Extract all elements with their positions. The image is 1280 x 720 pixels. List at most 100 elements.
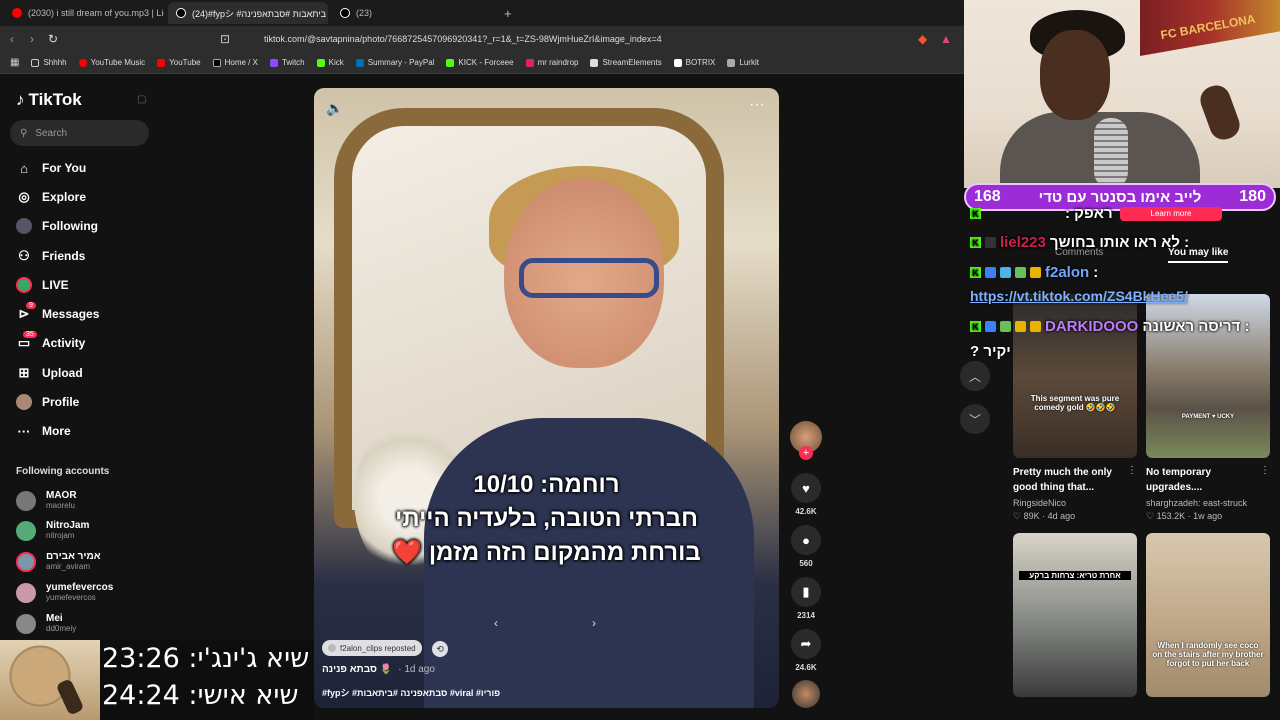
carousel-prev-icon[interactable]: ‹ bbox=[494, 616, 498, 630]
friends-icon: ⚇ bbox=[18, 248, 30, 263]
following-account[interactable]: אמיר אבירם amir_aviram bbox=[16, 551, 101, 572]
bookmark-icon: ▮ bbox=[791, 577, 821, 607]
brave-shield-icon[interactable]: ◆ bbox=[918, 32, 927, 46]
scroll-up-button[interactable]: ︿ bbox=[960, 361, 990, 391]
profile-icon bbox=[16, 394, 32, 410]
record-timer-personal: שיא אישי: 24:24 bbox=[102, 680, 299, 711]
reload-icon[interactable]: ↻ bbox=[48, 32, 58, 46]
share-button[interactable]: ➦ 24.6K bbox=[790, 629, 822, 672]
card-more-icon[interactable]: ⋮ bbox=[1260, 465, 1270, 476]
bookmark-item[interactable]: Lurkit bbox=[727, 58, 759, 67]
browser-tab-1[interactable]: (2030) i still dream of you.mp3 | Liqu bbox=[4, 2, 164, 24]
bookmark-item[interactable]: KICK - Forceee bbox=[446, 58, 514, 67]
search-icon: ⚲ bbox=[20, 127, 28, 139]
chevron-down-icon: ﹀ bbox=[968, 412, 981, 427]
video-player[interactable]: 🔈 ··· רוחמה: 10/10 חברתי הטובה, בלעדיה ה… bbox=[314, 88, 779, 708]
kick-badge-icon: K bbox=[970, 267, 981, 278]
search-input[interactable]: ⚲ Search bbox=[10, 120, 149, 146]
like-button[interactable]: ♥ 42.6K bbox=[790, 473, 822, 516]
tiktok-icon bbox=[340, 8, 350, 18]
bookmark-item[interactable]: Twitch bbox=[269, 58, 305, 67]
nav-live[interactable]: LIVE bbox=[16, 277, 69, 293]
following-account[interactable]: yumefevercos yumefevercos bbox=[16, 582, 113, 603]
forward-icon[interactable]: › bbox=[30, 32, 34, 46]
video-hashtags[interactable]: #fypシ #סבתאפנינה #ביתאבות #viral #פוריו bbox=[322, 686, 500, 699]
chevron-up-icon: ︿ bbox=[968, 369, 981, 384]
video-author[interactable]: סבתא פנינה 🌷 · 1d ago bbox=[322, 664, 435, 675]
scroll-down-button[interactable]: ﹀ bbox=[960, 404, 990, 434]
back-icon[interactable]: ‹ bbox=[10, 32, 14, 46]
nav-following[interactable]: Following bbox=[16, 218, 98, 234]
repost-avatar bbox=[328, 644, 336, 652]
kick-icon bbox=[446, 58, 455, 67]
more-icon: ··· bbox=[17, 423, 31, 439]
bookmark-item[interactable]: StreamElements bbox=[590, 58, 662, 67]
card-title[interactable]: No temporary upgrades.... bbox=[1146, 465, 1260, 495]
bookmark-icon[interactable]: ⊡ bbox=[220, 32, 230, 46]
learn-more-button[interactable]: Learn more bbox=[1120, 207, 1222, 221]
music-disc-icon[interactable] bbox=[792, 680, 820, 708]
kick-icon bbox=[316, 58, 325, 67]
verified-badge-icon bbox=[985, 267, 996, 278]
follow-plus-icon[interactable]: + bbox=[799, 446, 813, 460]
bookmark-item[interactable]: Summary - PayPal bbox=[355, 58, 434, 67]
bookmark-item[interactable]: YouTube bbox=[157, 58, 201, 67]
nav-upload[interactable]: ⊞ Upload bbox=[16, 365, 83, 381]
card-meta: ♡ 89K · 4d ago bbox=[1013, 511, 1076, 521]
carousel-next-icon[interactable]: › bbox=[592, 616, 596, 630]
following-account[interactable]: Mei dd0meiy bbox=[16, 613, 76, 634]
address-bar-row: ‹ › ↻ ⊡ tiktok.com/@savtapnina/photo/766… bbox=[0, 26, 964, 52]
streamelements-icon bbox=[590, 58, 599, 67]
new-tab-button[interactable]: + bbox=[496, 2, 520, 24]
tiktok-logo[interactable]: ♪ TikTok bbox=[16, 90, 82, 110]
bookmark-item[interactable]: Kick bbox=[316, 58, 344, 67]
repost-icon[interactable]: ⟲ bbox=[432, 641, 448, 657]
goal-target: 180 bbox=[1239, 188, 1266, 205]
chat-message: K ראפק : bbox=[970, 205, 1113, 222]
bookmark-item[interactable]: BOTRIX bbox=[673, 58, 715, 67]
nav-explore[interactable]: ◎ Explore bbox=[16, 189, 86, 205]
card-author[interactable]: sharghzadeh: east-struck bbox=[1146, 498, 1247, 508]
recommendation-card[interactable]: אחרת טריא: צרחות ברקע bbox=[1013, 533, 1137, 697]
bookmark-item[interactable]: mr raindrop bbox=[525, 58, 578, 67]
volume-icon[interactable]: 🔈 bbox=[326, 100, 343, 117]
chat-message: K f2alon : bbox=[970, 264, 1098, 281]
nav-more[interactable]: ··· More bbox=[16, 423, 71, 439]
avatar bbox=[16, 551, 36, 572]
save-button[interactable]: ▮ 2314 bbox=[790, 577, 822, 620]
browser-tab-3[interactable]: (23) bbox=[332, 2, 492, 24]
brave-rewards-icon[interactable]: ▲ bbox=[940, 32, 952, 46]
tiktok-icon bbox=[176, 8, 186, 18]
nav-profile[interactable]: Profile bbox=[16, 394, 79, 410]
repost-label[interactable]: f2alon_clips reposted bbox=[322, 640, 422, 656]
following-account[interactable]: NitroJam nitrojam bbox=[16, 520, 89, 541]
nav-for-you[interactable]: ⌂ For You bbox=[16, 160, 86, 176]
nav-friends[interactable]: ⚇ Friends bbox=[16, 248, 85, 264]
botrix-icon bbox=[673, 58, 682, 67]
upload-icon: ⊞ bbox=[18, 365, 30, 380]
url-field[interactable]: tiktok.com/@savtapnina/photo/76687254570… bbox=[240, 30, 940, 48]
bookmark-item[interactable]: Home / X bbox=[212, 58, 258, 67]
bookmark-item[interactable]: YouTube Music bbox=[78, 58, 145, 67]
bookmark-item[interactable]: Shhhh bbox=[31, 58, 67, 67]
avatar bbox=[16, 490, 36, 511]
browser-tab-2[interactable]: (24)#fypシ #ביתאבות #סבתאפנינה ✕ bbox=[168, 2, 328, 24]
avatar bbox=[16, 520, 36, 541]
card-more-icon[interactable]: ⋮ bbox=[1127, 465, 1137, 476]
apps-icon[interactable]: ▦ bbox=[10, 57, 19, 68]
card-author[interactable]: RingsideNico bbox=[1013, 498, 1066, 508]
following-account[interactable]: MAOR maorelu bbox=[16, 490, 77, 511]
card-title[interactable]: Pretty much the only good thing that... bbox=[1013, 465, 1127, 495]
bookmarks-bar: ▦ Shhhh YouTube Music YouTube Home / X T… bbox=[0, 52, 964, 74]
chat-link[interactable]: https://vt.tiktok.com/ZS4BkHee5/ bbox=[970, 288, 1188, 304]
collapse-sidebar-icon[interactable]: ▢ bbox=[137, 94, 146, 105]
folder-icon bbox=[31, 58, 40, 67]
kick-badge-icon: K bbox=[970, 237, 981, 248]
chat-message: K liel223 : לא ראו אותו בחושך bbox=[970, 234, 1189, 251]
paypal-icon bbox=[355, 58, 364, 67]
recommendation-card[interactable]: When I randomly see coco on the stairs a… bbox=[1146, 533, 1270, 697]
comment-button[interactable]: ● 560 bbox=[790, 525, 822, 568]
tiktok-sidebar: ♪ TikTok ▢ ⚲ Search ⌂ For You ◎ Explore Fo… bbox=[0, 76, 160, 636]
youtube-music-icon bbox=[78, 58, 87, 67]
more-options-icon[interactable]: ··· bbox=[749, 96, 765, 114]
